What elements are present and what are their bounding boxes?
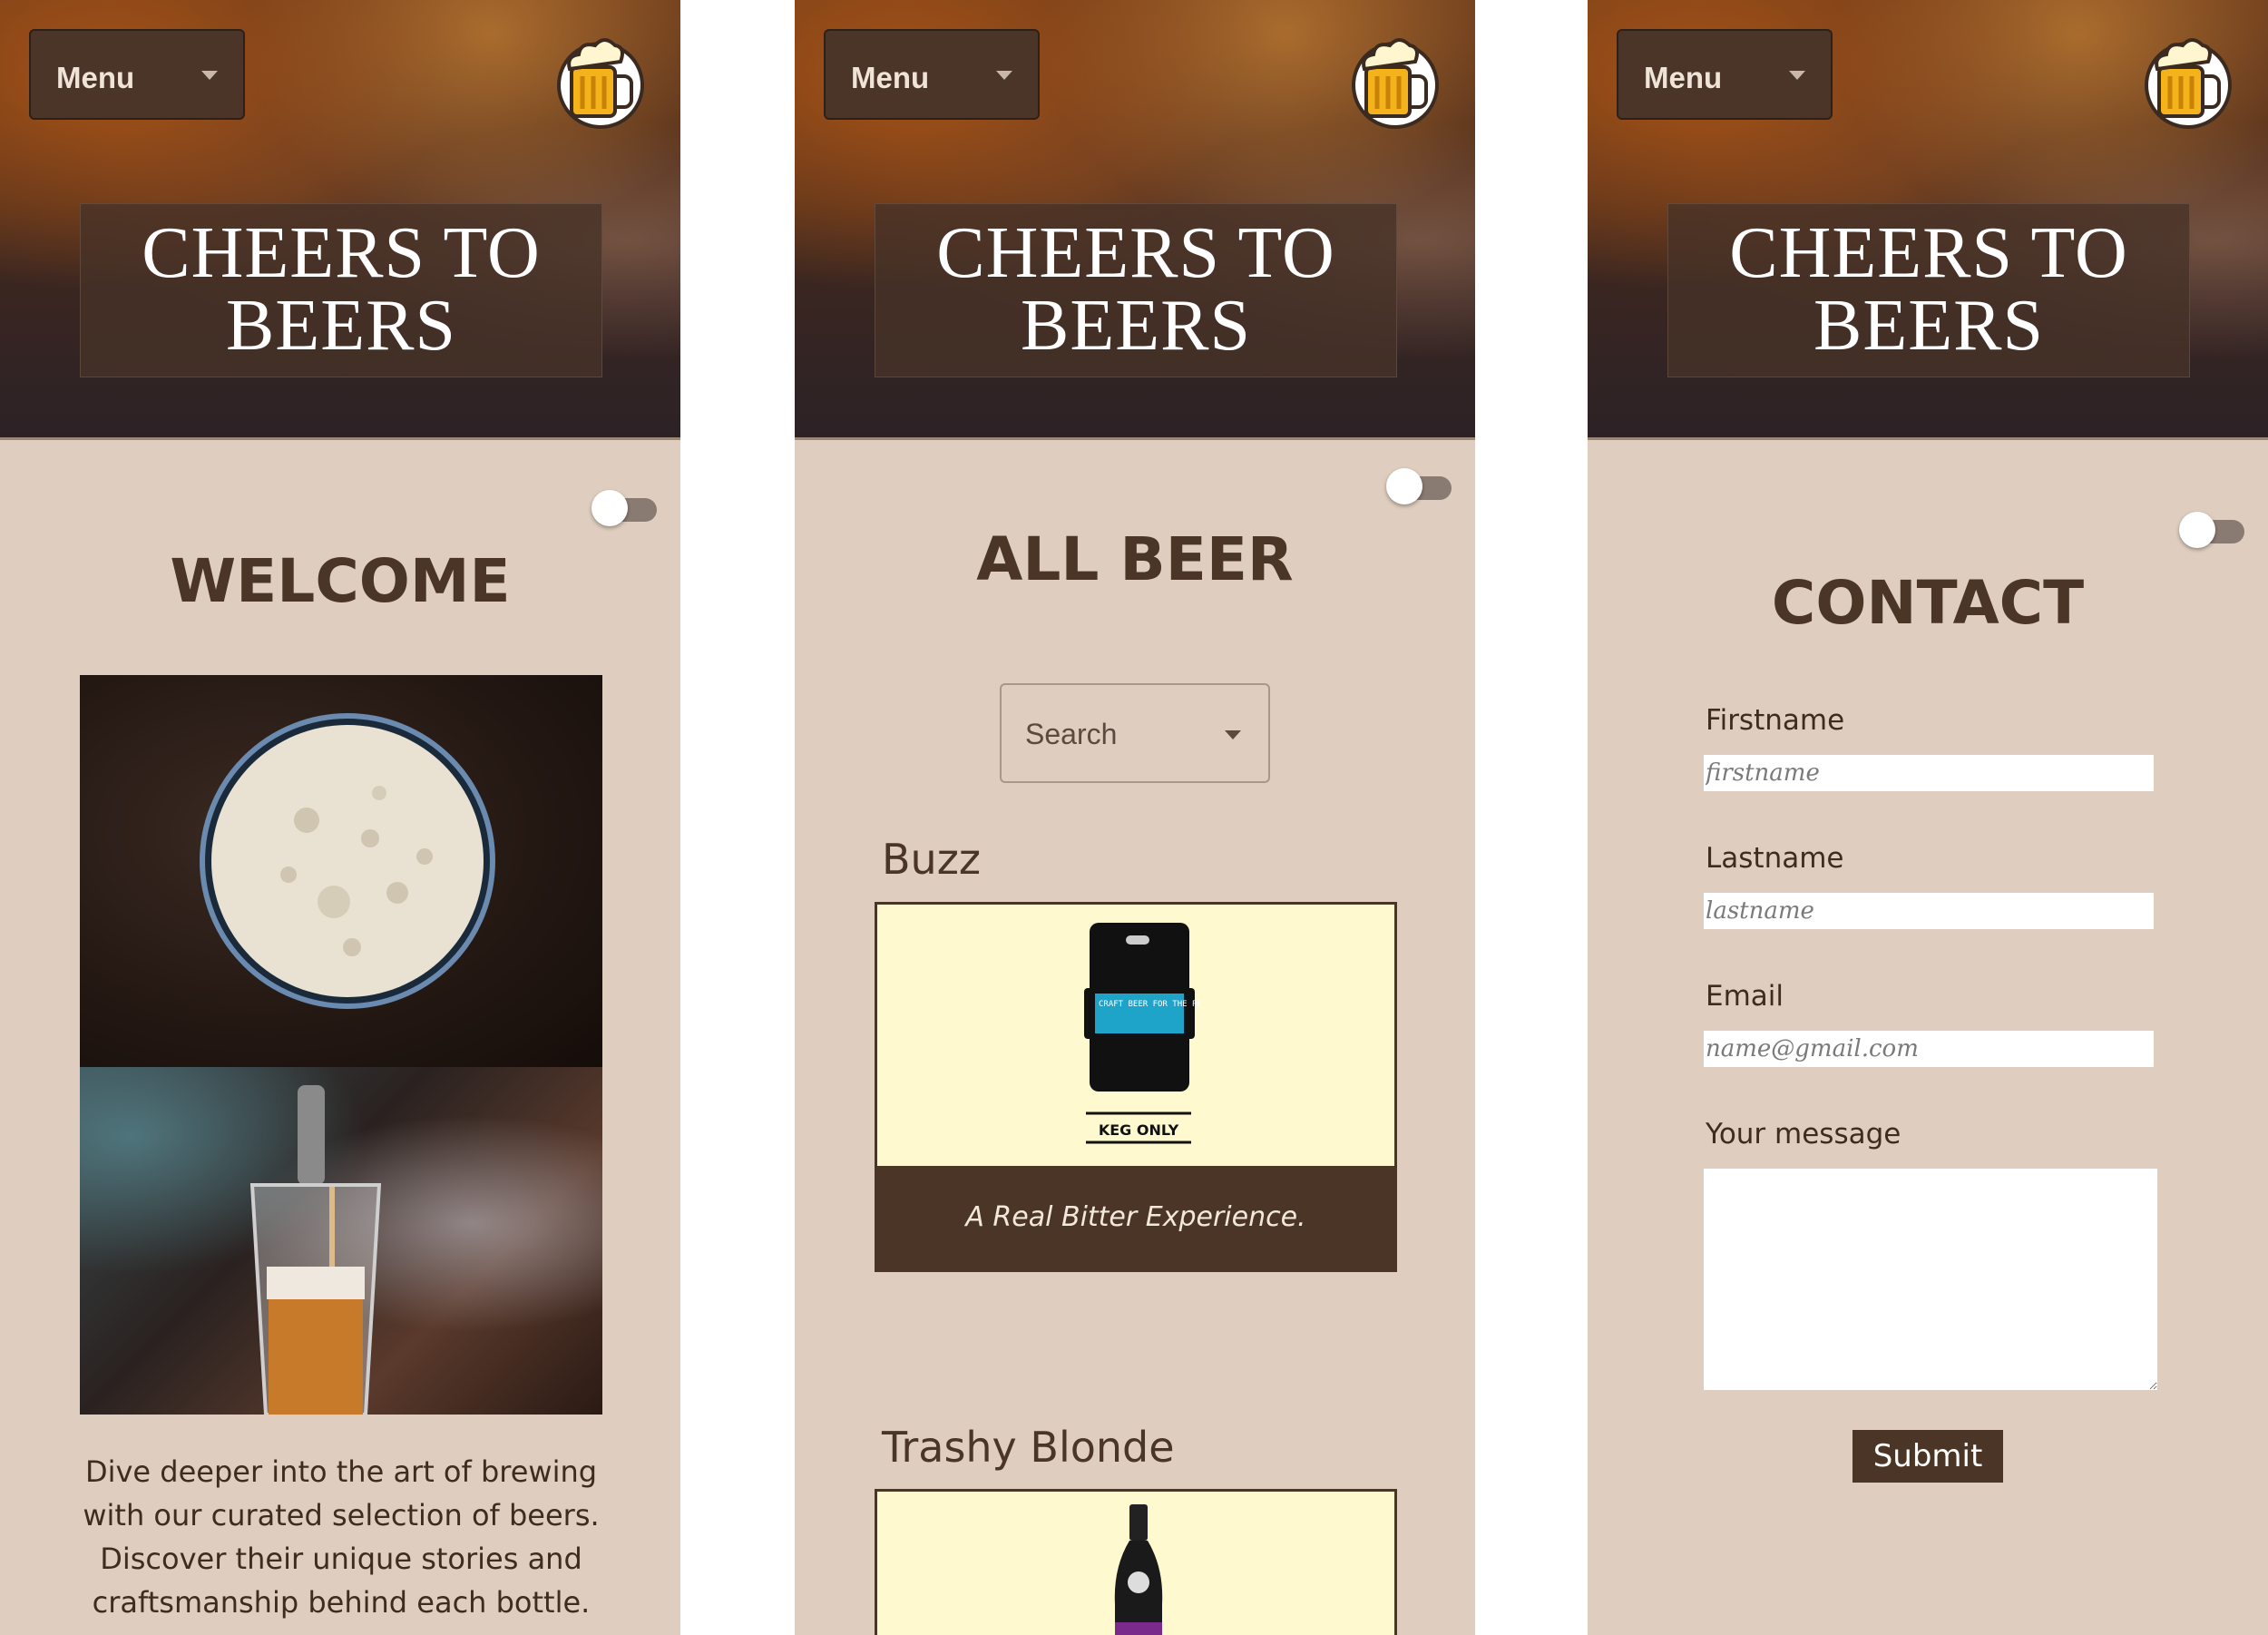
toggle-knob [1386,468,1422,504]
beer-name: Buzz [882,835,982,884]
menu-label: Menu [851,61,930,94]
hero-banner: Menu CHEERS TO BEERS [1588,0,2268,440]
toggle-knob [591,490,628,526]
beer-name: Trashy Blonde [882,1423,1175,1472]
message-label: Your message [1706,1118,1901,1150]
bottle-image [1114,1504,1163,1635]
firstname-label: Firstname [1706,704,1845,737]
page-title: WELCOME [170,546,511,616]
site-title: CHEERS TO BEERS [875,203,1397,377]
lastname-input[interactable] [1704,893,2154,929]
welcome-description: Dive deeper into the art of brewing with… [83,1454,600,1620]
firstname-input[interactable] [1704,755,2154,791]
theme-toggle[interactable] [591,490,659,526]
menu-label: Menu [56,61,135,94]
lastname-label: Lastname [1706,842,1844,875]
submit-button[interactable]: Submit [1853,1430,2003,1483]
toggle-knob [2179,512,2215,548]
menu-button[interactable]: Menu [824,29,1040,120]
message-textarea[interactable] [1704,1169,2157,1390]
home-screen: Menu CHEERS TO BEERS WELCOME Dive deeper… [0,0,680,1635]
beer-tap-photo [80,1067,602,1415]
beer-list-screen: Menu CHEERS TO BEERS ALL BEER Search Buz… [795,0,1475,1635]
beer-mug-icon[interactable] [2143,29,2234,131]
email-input[interactable] [1704,1031,2154,1067]
beer-card[interactable] [875,1489,1397,1635]
menu-label: Menu [1644,61,1723,94]
theme-toggle[interactable] [1386,468,1453,504]
keg-image: CRAFT BEER FOR THE PEOPLE KEG ONLY [1084,923,1200,1144]
site-title: CHEERS TO BEERS [1667,203,2190,377]
caret-down-icon [996,71,1012,80]
hero-banner: Menu CHEERS TO BEERS [795,0,1475,440]
beer-card[interactable]: CRAFT BEER FOR THE PEOPLE KEG ONLY A Rea… [875,902,1397,1272]
page-title: ALL BEER [976,524,1294,594]
keg-only-label: KEG ONLY [1099,1121,1179,1139]
menu-button[interactable]: Menu [1617,29,1833,120]
beer-mug-icon[interactable] [555,29,646,131]
page-title: CONTACT [1771,568,2085,638]
search-dropdown[interactable]: Search [1000,683,1270,783]
caret-down-icon [1789,71,1805,80]
beer-mug-icon[interactable] [1350,29,1441,131]
beer-foam-photo [80,675,602,1067]
hero-banner: Menu CHEERS TO BEERS [0,0,680,440]
caret-down-icon [201,71,218,80]
keg-text: CRAFT BEER FOR THE PEOPLE [1099,1000,1200,1009]
email-label: Email [1706,980,1784,1013]
beer-tagline: A Real Bitter Experience. [877,1166,1394,1269]
theme-toggle[interactable] [2179,512,2246,548]
search-label: Search [1025,718,1118,750]
site-title: CHEERS TO BEERS [80,203,602,377]
caret-down-icon [1225,730,1241,739]
menu-button[interactable]: Menu [29,29,245,120]
